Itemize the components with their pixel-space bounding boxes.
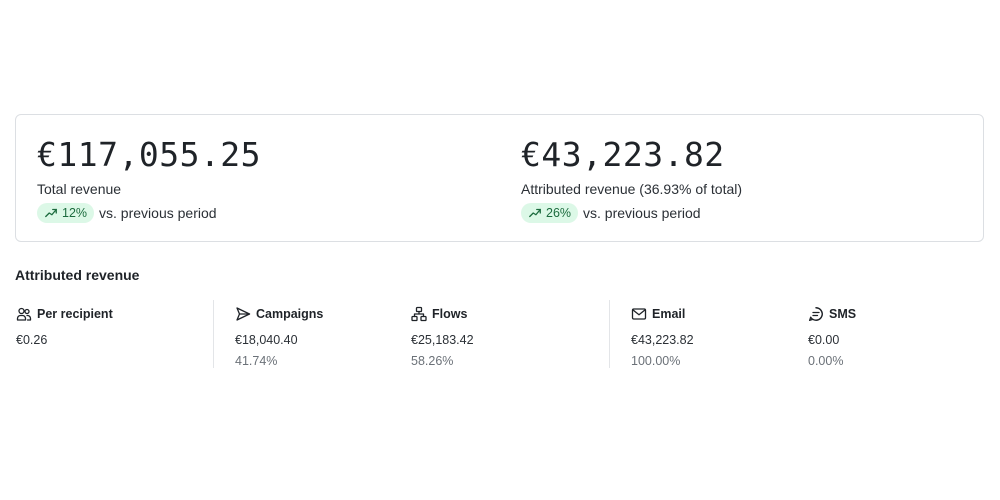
email-value: €43,223.82	[631, 333, 694, 347]
attributed-revenue-section-title: Attributed revenue	[15, 267, 140, 283]
revenue-summary-card: €117,055.25 Total revenue 12% vs. previo…	[15, 114, 984, 242]
attributed-revenue-trend-badge: 26%	[521, 203, 579, 223]
flows-value: €25,183.42	[411, 333, 474, 347]
email-percentage: 100.00%	[631, 354, 681, 368]
email-stat: Email €43,223.82 100.00%	[631, 305, 694, 369]
sms-stat: SMS €0.00 0.00%	[808, 305, 856, 369]
campaigns-title: Campaigns	[256, 307, 324, 321]
total-revenue-metric: €117,055.25 Total revenue 12% vs. previo…	[37, 135, 261, 223]
flows-header: Flows	[411, 305, 474, 323]
sms-header: SMS	[808, 305, 856, 323]
total-revenue-label: Total revenue	[37, 181, 122, 197]
attributed-revenue-trend-value: 26%	[546, 206, 572, 220]
attributed-revenue-value: €43,223.82	[521, 135, 725, 174]
sms-percentage: 0.00%	[808, 354, 844, 368]
total-revenue-comparison: vs. previous period	[99, 205, 217, 221]
flows-title: Flows	[432, 307, 468, 321]
flows-percentage: 58.26%	[411, 354, 454, 368]
campaigns-percentage: 41.74%	[235, 354, 278, 368]
per-recipient-header: Per recipient	[16, 305, 113, 323]
send-icon	[236, 307, 251, 321]
flows-stat: Flows €25,183.42 58.26%	[411, 305, 474, 369]
users-icon	[16, 307, 32, 321]
attributed-revenue-comparison: vs. previous period	[583, 205, 701, 221]
email-header: Email	[631, 305, 694, 323]
attributed-revenue-label: Attributed revenue (36.93% of total)	[521, 181, 743, 197]
attributed-revenue-metric: €43,223.82 Attributed revenue (36.93% of…	[521, 135, 742, 223]
total-revenue-value: €117,055.25	[37, 135, 262, 174]
divider	[609, 300, 610, 368]
flows-icon	[411, 306, 427, 322]
total-revenue-trend-value: 12%	[62, 206, 88, 220]
campaigns-header: Campaigns	[235, 305, 323, 323]
mail-icon	[631, 308, 647, 320]
per-recipient-value: €0.26	[16, 333, 48, 347]
attributed-revenue-trend-row: 26% vs. previous period	[521, 203, 742, 223]
per-recipient-stat: Per recipient €0.26	[16, 305, 113, 348]
email-title: Email	[652, 307, 686, 321]
total-revenue-trend-badge: 12%	[37, 203, 95, 223]
trend-up-icon	[529, 208, 541, 218]
trend-up-icon	[45, 208, 57, 218]
total-revenue-trend-row: 12% vs. previous period	[37, 203, 261, 223]
campaigns-value: €18,040.40	[235, 333, 298, 347]
per-recipient-title: Per recipient	[37, 307, 113, 321]
message-icon	[808, 307, 823, 322]
campaigns-stat: Campaigns €18,040.40 41.74%	[235, 305, 323, 369]
divider	[213, 300, 214, 368]
sms-title: SMS	[829, 307, 857, 321]
sms-value: €0.00	[808, 333, 840, 347]
